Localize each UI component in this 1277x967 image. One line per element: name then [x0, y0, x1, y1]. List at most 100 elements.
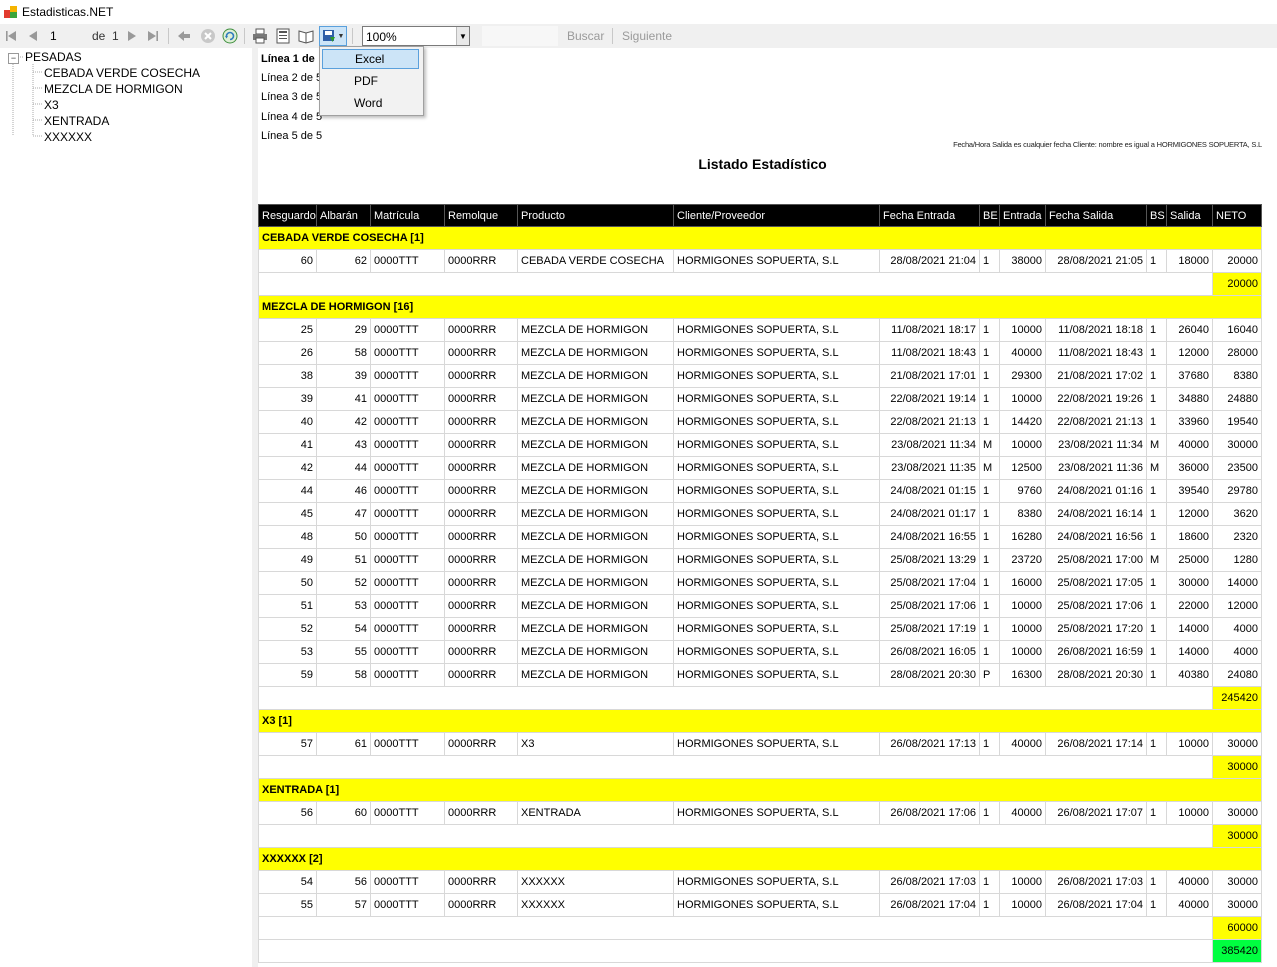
table-cell: 30000	[1212, 732, 1262, 756]
tree-node-item[interactable]: X3	[44, 98, 59, 112]
export-pdf-item[interactable]: PDF	[322, 71, 419, 91]
first-page-icon[interactable]	[4, 27, 18, 45]
table-cell: 1	[1146, 387, 1167, 411]
collapse-icon[interactable]: −	[8, 53, 19, 64]
print-icon[interactable]	[251, 27, 269, 45]
table-cell: 1	[979, 341, 1000, 365]
table-cell: HORMIGONES SOPUERTA, S.L	[673, 732, 880, 756]
page-setup-icon[interactable]	[297, 27, 315, 45]
page-total-label: 1	[112, 29, 119, 43]
table-cell: 23/08/2021 11:34	[1045, 433, 1147, 457]
table-cell: 50	[316, 525, 371, 549]
tree-node-item[interactable]: MEZCLA DE HORMIGON	[44, 82, 183, 96]
table-cell: 28/08/2021 21:04	[879, 249, 980, 273]
table-cell: M	[979, 456, 1000, 480]
stop-icon[interactable]	[199, 27, 217, 45]
table-cell: 1	[979, 801, 1000, 825]
table-cell: 0000TTT	[370, 502, 445, 526]
table-cell: 38000	[999, 249, 1046, 273]
table-cell: 0000TTT	[370, 870, 445, 894]
table-cell: 44	[258, 479, 317, 503]
table-cell: X3	[517, 732, 674, 756]
table-cell: 14000	[1166, 640, 1213, 664]
table-cell: 10000	[999, 387, 1046, 411]
table-cell: MEZCLA DE HORMIGON	[517, 571, 674, 595]
table-cell: MEZCLA DE HORMIGON	[517, 410, 674, 434]
table-cell: 25	[258, 318, 317, 342]
table-cell: HORMIGONES SOPUERTA, S.L	[673, 502, 880, 526]
table-cell: 20000	[1212, 249, 1262, 273]
group-header: XXXXXX [2]	[258, 847, 1262, 871]
table-cell: 23/08/2021 11:34	[879, 433, 980, 457]
zoom-select[interactable]: 100% ▼	[362, 26, 470, 46]
table-cell: 22000	[1166, 594, 1213, 618]
search-input[interactable]	[482, 26, 558, 46]
table-cell: 24080	[1212, 663, 1262, 687]
tree-node-item[interactable]: CEBADA VERDE COSECHA	[44, 66, 200, 80]
table-cell: MEZCLA DE HORMIGON	[517, 433, 674, 457]
next-page-icon[interactable]	[125, 27, 139, 45]
table-cell: 10000	[999, 893, 1046, 917]
table-cell: MEZCLA DE HORMIGON	[517, 387, 674, 411]
table-cell: 25/08/2021 17:06	[1045, 594, 1147, 618]
table-cell: 26040	[1166, 318, 1213, 342]
toolbar-separator	[612, 28, 613, 44]
table-cell: 0000RRR	[444, 594, 518, 618]
table-cell: 0000RRR	[444, 525, 518, 549]
table-cell: 26/08/2021 17:03	[879, 870, 980, 894]
table-cell: 0000TTT	[370, 433, 445, 457]
tree-node-item[interactable]: XXXXXX	[44, 130, 92, 144]
table-cell: 24/08/2021 16:56	[1045, 525, 1147, 549]
tree-node-item[interactable]: XENTRADA	[44, 114, 109, 128]
page-number-input[interactable]	[48, 26, 88, 45]
find-next-button[interactable]: Siguiente	[622, 27, 672, 45]
table-row: 59 58 0000TTT 0000RRR MEZCLA DE HORMIGON HORM…	[258, 663, 1262, 687]
tree-node-root[interactable]: PESADAS	[25, 50, 82, 64]
refresh-icon[interactable]	[221, 27, 239, 45]
previous-page-icon[interactable]	[26, 27, 40, 45]
save-export-icon	[322, 30, 335, 42]
chevron-down-icon[interactable]: ▼	[456, 27, 469, 45]
table-cell: 40000	[999, 732, 1046, 756]
table-cell: 0000RRR	[444, 870, 518, 894]
table-cell: 1	[1146, 364, 1167, 388]
table-cell: 42	[316, 410, 371, 434]
table-cell: HORMIGONES SOPUERTA, S.L	[673, 870, 880, 894]
subtotal-spacer	[258, 272, 1213, 296]
search-button[interactable]: Buscar	[567, 27, 604, 45]
toolbar-separator	[168, 28, 169, 44]
table-cell: 0000TTT	[370, 548, 445, 572]
table-cell: 12000	[1166, 502, 1213, 526]
table-cell: 21/08/2021 17:02	[1045, 364, 1147, 388]
table-cell: 26/08/2021 17:04	[1045, 893, 1147, 917]
table-cell: HORMIGONES SOPUERTA, S.L	[673, 525, 880, 549]
table-cell: MEZCLA DE HORMIGON	[517, 341, 674, 365]
table-cell: 16040	[1212, 318, 1262, 342]
group-header-row: CEBADA VERDE COSECHA [1]	[258, 226, 1262, 250]
table-cell: 14000	[1212, 571, 1262, 595]
table-cell: 26/08/2021 17:03	[1045, 870, 1147, 894]
table-cell: MEZCLA DE HORMIGON	[517, 456, 674, 480]
table-cell: 1	[1146, 341, 1167, 365]
table-cell: 23500	[1212, 456, 1262, 480]
table-cell: 24/08/2021 16:14	[1045, 502, 1147, 526]
table-cell: 30000	[1166, 571, 1213, 595]
last-page-icon[interactable]	[146, 27, 160, 45]
table-cell: 26/08/2021 16:59	[1045, 640, 1147, 664]
table-cell: 26/08/2021 17:07	[1045, 801, 1147, 825]
back-icon[interactable]	[176, 27, 192, 45]
export-button[interactable]: ▼	[319, 26, 347, 46]
page-of-label: de	[92, 29, 106, 43]
export-excel-item[interactable]: Excel	[322, 49, 419, 69]
table-cell: MEZCLA DE HORMIGON	[517, 594, 674, 618]
report-line-label: Línea 4 de 5	[261, 111, 323, 123]
subtotal-spacer	[258, 824, 1213, 848]
table-cell: 61	[316, 732, 371, 756]
print-layout-icon[interactable]	[274, 27, 292, 45]
column-header: NETO	[1212, 204, 1262, 227]
table-cell: 0000TTT	[370, 617, 445, 641]
table-cell: 60	[316, 801, 371, 825]
table-row: 51 53 0000TTT 0000RRR MEZCLA DE HORMIGON HORM…	[258, 594, 1262, 618]
export-word-item[interactable]: Word	[322, 93, 419, 113]
table-cell: 18600	[1166, 525, 1213, 549]
